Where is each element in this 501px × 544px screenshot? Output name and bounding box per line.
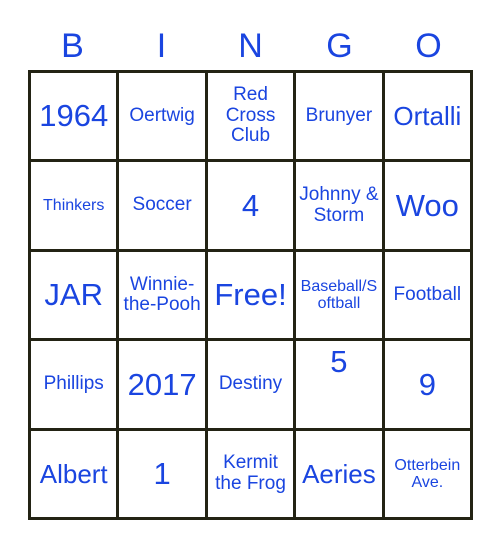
- bingo-cell-label: Brunyer: [305, 104, 373, 126]
- bingo-cell-r1c2[interactable]: Oertwig: [119, 73, 208, 163]
- bingo-cell-label: Winnie-the-Pooh: [123, 273, 201, 316]
- bingo-cell-r2c1[interactable]: Thinkers: [31, 162, 120, 252]
- bingo-card: B I N G O 1964 Oertwig Red Cross Club Brunyer Or…: [0, 0, 501, 544]
- bingo-row: Phillips 2017 Destiny 5 9: [31, 341, 474, 431]
- bingo-cell-r5c1[interactable]: Albert: [31, 430, 120, 521]
- bingo-row: 1964 Oertwig Red Cross Club Brunyer Ortalli: [31, 73, 474, 163]
- bingo-cell-label: Oertwig: [129, 104, 195, 126]
- bingo-cell-label: Kermit the Frog: [215, 452, 286, 494]
- bingo-header-letter-n: N: [238, 27, 263, 65]
- bingo-cell-label: 5: [330, 344, 348, 380]
- bingo-cell-label: Ortalli: [393, 101, 462, 132]
- bingo-cell-r1c3[interactable]: Red Cross Club: [207, 73, 297, 163]
- bingo-cell-r4c3[interactable]: Destiny: [207, 341, 297, 431]
- bingo-cell-r3c2[interactable]: Winnie-the-Pooh: [119, 251, 208, 342]
- bingo-cell-label: Woo: [395, 187, 459, 223]
- bingo-cell-r4c5[interactable]: 9: [384, 341, 474, 431]
- bingo-cell-label: Free!: [214, 277, 287, 313]
- bingo-cell-r2c4[interactable]: Johnny & Storm: [296, 162, 385, 252]
- bingo-cell-label: 1964: [39, 98, 109, 134]
- bingo-cell-label: Red Cross Club: [225, 84, 276, 147]
- bingo-cell-r3c4[interactable]: Baseball/Softball: [296, 251, 385, 342]
- bingo-cell-r2c2[interactable]: Soccer: [119, 162, 208, 252]
- bingo-header-letter-i: I: [156, 27, 167, 65]
- bingo-cell-label: Soccer: [132, 194, 192, 216]
- bingo-header-letter-o: O: [415, 27, 442, 65]
- bingo-cell-r1c4[interactable]: Brunyer: [296, 73, 385, 163]
- bingo-cell-label: Football: [393, 283, 462, 305]
- bingo-cell-label: 2017: [127, 366, 197, 402]
- bingo-cell-r5c3[interactable]: Kermit the Frog: [207, 430, 297, 521]
- bingo-row: Albert 1 Kermit the Frog Aeries Otterbein Av…: [31, 430, 474, 521]
- bingo-cell-label: Thinkers: [43, 196, 105, 214]
- bingo-cell-r1c1[interactable]: 1964: [31, 73, 120, 163]
- bingo-cell-label: Destiny: [218, 373, 283, 395]
- bingo-cell-label: Aeries: [302, 458, 376, 489]
- bingo-cell-label: 9: [418, 366, 436, 402]
- bingo-cell-r5c2[interactable]: 1: [119, 430, 208, 521]
- bingo-row: JAR Winnie-the-Pooh Free! Baseball/Softball…: [31, 251, 474, 342]
- bingo-cell-r2c5[interactable]: Woo: [384, 162, 474, 252]
- bingo-cell-r3c1[interactable]: JAR: [31, 251, 120, 342]
- bingo-row: Thinkers Soccer 4 Johnny & Storm Woo: [31, 162, 474, 252]
- bingo-cell-label: 1: [153, 456, 171, 492]
- bingo-header-letter-b: B: [61, 27, 84, 65]
- bingo-cell-label: Phillips: [43, 373, 104, 395]
- bingo-cell-r4c4[interactable]: 5: [296, 341, 385, 431]
- bingo-cell-label: JAR: [44, 277, 103, 313]
- bingo-header: BINGO: [28, 22, 473, 70]
- bingo-cell-label: Otterbein Ave.: [394, 456, 461, 491]
- bingo-header-letter-g: G: [326, 27, 353, 65]
- bingo-cell-label: Baseball/Softball: [300, 277, 378, 313]
- bingo-cell-r4c1[interactable]: Phillips: [31, 341, 120, 431]
- bingo-cell-label: 4: [241, 187, 260, 223]
- bingo-cell-r3c3[interactable]: Free!: [207, 251, 297, 342]
- bingo-cell-r3c5[interactable]: Football: [384, 251, 474, 342]
- bingo-cell-label: Johnny & Storm: [299, 184, 379, 226]
- bingo-cell-r5c5[interactable]: Otterbein Ave.: [384, 430, 474, 521]
- bingo-cell-r4c2[interactable]: 2017: [119, 341, 208, 431]
- bingo-cell-r5c4[interactable]: Aeries: [296, 430, 385, 521]
- bingo-grid: 1964 Oertwig Red Cross Club Brunyer Ortalli T…: [28, 70, 474, 521]
- bingo-cell-r2c3[interactable]: 4: [207, 162, 297, 252]
- bingo-cell-label: Albert: [39, 458, 108, 489]
- bingo-cell-r1c5[interactable]: Ortalli: [384, 73, 474, 163]
